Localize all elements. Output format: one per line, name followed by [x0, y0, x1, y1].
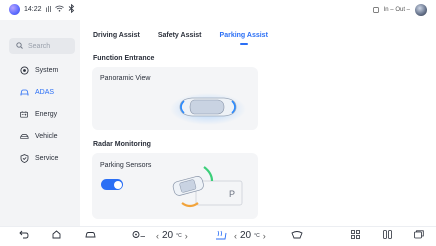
seat-heat-icon[interactable] — [214, 230, 228, 240]
sidebar-item-service[interactable]: Service — [0, 148, 80, 168]
car-side-icon — [20, 132, 29, 141]
tab-bar: Driving Assist Safety Assist Parking Ass… — [93, 32, 268, 45]
bluetooth-icon — [68, 3, 75, 15]
tab-safety-assist[interactable]: Safety Assist — [158, 32, 202, 39]
parking-sensors-toggle[interactable] — [101, 179, 123, 190]
right-temp-control[interactable]: ‹ 20 °C › — [234, 230, 266, 241]
battery-icon — [20, 110, 29, 119]
sidebar-item-vehicle[interactable]: Vehicle — [0, 126, 80, 146]
gear-icon — [20, 65, 29, 75]
temp-down-left-icon[interactable]: ‹ — [156, 231, 159, 241]
fan-icon[interactable] — [132, 230, 146, 239]
car-icon[interactable] — [85, 230, 96, 239]
search-placeholder: Search — [28, 42, 51, 50]
panoramic-car-illustration — [170, 93, 246, 125]
user-swap-icon — [372, 6, 379, 15]
multitask-icon[interactable] — [383, 230, 392, 239]
window-icon[interactable] — [414, 230, 424, 239]
search-icon — [16, 41, 23, 51]
sidebar-item-label: ADAS — [35, 88, 55, 96]
parking-sensors-card: Parking Sensors P — [92, 153, 258, 219]
card-title: Panoramic View — [100, 75, 151, 82]
parking-slot-label: P — [229, 189, 236, 199]
bottom-dock: ‹ 20 °C › ‹ 20 °C › — [0, 226, 436, 246]
signal-icon: ıll — [45, 5, 52, 14]
shield-icon — [20, 153, 29, 163]
status-bar: 14:22 ıll In – Out – — [0, 0, 436, 20]
clock: 14:22 — [24, 6, 42, 13]
card-title: Parking Sensors — [100, 162, 152, 169]
temp-up-left-icon[interactable]: › — [185, 231, 188, 241]
panoramic-view-card[interactable]: Panoramic View — [92, 67, 258, 130]
steering-wheel-icon[interactable] — [291, 230, 303, 239]
sidebar-item-label: Energy — [35, 110, 58, 118]
sidebar-item-label: Service — [35, 154, 59, 162]
left-temp-value: 20 — [162, 230, 174, 241]
wifi-icon — [55, 5, 65, 14]
temp-up-right-icon[interactable]: › — [263, 231, 266, 241]
parking-radar-illustration — [172, 166, 243, 208]
sidebar-item-system[interactable]: System — [0, 60, 80, 80]
section-title-function-entrance: Function Entrance — [93, 55, 155, 62]
sidebar: Search System ADAS Energy Vehicle Servic… — [0, 20, 80, 226]
app-logo-icon[interactable] — [9, 4, 20, 15]
car-front-icon — [20, 88, 29, 97]
tab-driving-assist[interactable]: Driving Assist — [93, 32, 140, 39]
left-temp-control[interactable]: ‹ 20 °C › — [156, 230, 188, 241]
apps-grid-icon[interactable] — [351, 230, 360, 239]
sidebar-item-label: Vehicle — [35, 132, 58, 140]
home-icon[interactable] — [52, 230, 61, 239]
user-status: In – Out – — [383, 7, 410, 13]
right-temp-value: 20 — [240, 230, 252, 241]
sidebar-item-adas[interactable]: ADAS — [0, 82, 80, 102]
section-title-radar-monitoring: Radar Monitoring — [93, 141, 151, 148]
search-input[interactable]: Search — [9, 38, 75, 54]
back-icon[interactable] — [19, 230, 29, 239]
right-temp-unit: °C — [254, 232, 260, 239]
temp-down-right-icon[interactable]: ‹ — [234, 231, 237, 241]
sidebar-item-energy[interactable]: Energy — [0, 104, 80, 124]
tab-parking-assist[interactable]: Parking Assist — [220, 32, 268, 45]
left-temp-unit: °C — [176, 232, 182, 239]
sidebar-item-label: System — [35, 66, 59, 74]
avatar[interactable] — [415, 4, 427, 16]
